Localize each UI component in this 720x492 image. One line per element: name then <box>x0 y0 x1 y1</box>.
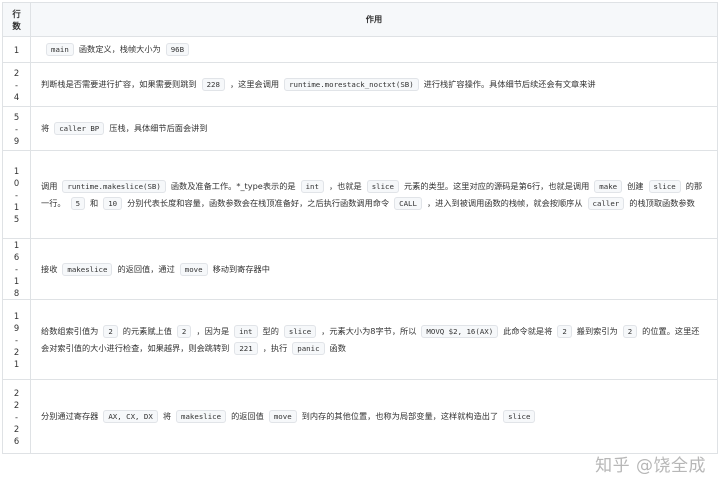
row-line-range: 10-15 <box>2 150 31 239</box>
description-text: 调用 <box>41 180 58 191</box>
description-text: ，执行 <box>262 342 288 353</box>
description-text: 搬到索引为 <box>576 325 618 336</box>
description-text: 函数及准备工作。*_type表示的是 <box>170 180 296 191</box>
description-text: ，这里会调用 <box>229 79 280 89</box>
table-row: 1 6-1 8 接收 makeslice 的返回值，通过 move 移动到寄存器中 <box>2 238 718 300</box>
table-row: 2 2-2 6 分别通过寄存器 AX, CX, DX 将 makeslice 的返回值 move… <box>2 379 718 454</box>
inline-code: AX, CX, DX <box>103 410 158 423</box>
watermark-logo: 知乎 @饶全成 <box>595 456 706 476</box>
row-line-range: 1 <box>2 36 31 63</box>
description-text: ，因为是 <box>196 325 230 336</box>
inline-code: caller BP <box>54 122 105 135</box>
inline-code: make <box>594 179 623 193</box>
header-line-col: 行数 <box>2 2 31 37</box>
row-description: 判断栈是否需要进行扩容，如果需要则跳到 228 ，这里会调用 runtime.more… <box>30 62 718 107</box>
content-table: 行数 作用 1 main 函数定义，栈帧大小为 96B 2-4 判断栈是否需要进行扩容，如… <box>2 2 718 454</box>
row-line-range: 2-4 <box>2 62 31 107</box>
description-text: 的栈顶取函数参数 <box>629 197 695 208</box>
inline-code: 96B <box>165 43 190 56</box>
description-text: 函数 <box>329 342 346 353</box>
inline-code: CALL <box>394 196 422 210</box>
description-text: 此命令就是将 <box>503 325 553 336</box>
description-text: 元素的类型。这里对应的源码是第6行，也就是调用 <box>403 180 590 191</box>
row-line-range: 5-9 <box>2 106 31 151</box>
inline-code: MOVQ $2, 16(AX) <box>421 324 499 338</box>
inline-code: slice <box>366 179 399 193</box>
row-description: 分别通过寄存器 AX, CX, DX 将 makeslice 的返回值 move 到内存的其… <box>30 379 718 454</box>
inline-code: int <box>300 179 324 193</box>
description-text: ，也就是 <box>328 180 362 191</box>
description-text: 压栈，具体细节后面会讲到 <box>109 123 208 133</box>
inline-code: runtime.morestack_noctxt(SB) <box>284 78 419 91</box>
description-text: 函数定义，栈帧大小为 <box>78 44 161 54</box>
row-description: 接收 makeslice 的返回值，通过 move 移动到寄存器中 <box>30 238 718 300</box>
inline-code: slice <box>283 324 317 338</box>
inline-code: 221 <box>234 341 258 355</box>
inline-code: makeslice <box>62 262 113 276</box>
inline-code: move <box>268 410 297 423</box>
description-text: ，进入到被调用函数的栈帧，就会按顺序从 <box>426 197 583 208</box>
description-text: 和 <box>90 197 99 208</box>
row-line-range: 22-26 <box>2 379 31 454</box>
inline-code: 2 <box>622 324 638 338</box>
inline-code: 2 <box>103 324 118 338</box>
description-text: 的返回值 <box>231 411 264 421</box>
description-text: 判断栈是否需要进行扩容，如果需要则跳到 <box>41 79 197 89</box>
description-text: 创建 <box>627 180 644 191</box>
inline-code: 2 <box>557 324 572 338</box>
description-text: 分别通过寄存器 <box>41 411 99 421</box>
row-description: main 函数定义，栈帧大小为 96B <box>30 36 718 63</box>
description-text: 进行栈扩容操作。具体细节后续还会有文章来讲 <box>423 79 596 89</box>
inline-code: slice <box>503 410 536 423</box>
inline-code: panic <box>292 341 325 355</box>
row-description: 调用 runtime.makeslice(SB) 函数及准备工作。*_type表示的… <box>30 150 718 239</box>
inline-code: move <box>179 262 208 276</box>
inline-code: int <box>234 324 258 338</box>
table-body: 1 main 函数定义，栈帧大小为 96B 2-4 判断栈是否需要进行扩容，如果需要则跳到… <box>2 36 718 454</box>
description-text: 移动到寄存器中 <box>212 263 270 274</box>
description-text: ，元素大小为8字节，所以 <box>321 325 417 336</box>
inline-code: 10 <box>103 196 123 210</box>
row-line-range: 16-18 <box>2 238 31 300</box>
description-text: 将 <box>162 411 172 421</box>
inline-code: slice <box>648 179 681 193</box>
description-text: 的元素赋上值 <box>122 325 172 336</box>
inline-code: 2 <box>176 324 192 338</box>
table-row: 1 main 函数定义，栈帧大小为 96B <box>2 36 718 63</box>
inline-code: makeslice <box>176 410 227 423</box>
description-text: 到内存的其他位置，也称为局部变量，这样就构造出了 <box>301 411 499 421</box>
description-text: 接收 <box>41 263 58 274</box>
row-line-range: 19-21 <box>2 299 31 380</box>
description-text: 将 <box>41 123 50 133</box>
inline-code: main <box>46 43 74 56</box>
table-row: 1 9-2 1 给数组索引值为 2 的元素赋上值 2 ，因为是 int 型的 slice ，元素大小为… <box>2 299 718 380</box>
table-row: 2-4 判断栈是否需要进行扩容，如果需要则跳到 228 ，这里会调用 runtime.m… <box>2 62 718 107</box>
inline-code: 228 <box>201 78 225 91</box>
row-description: 将 caller BP 压栈，具体细节后面会讲到 <box>30 106 718 151</box>
description-text: 给数组索引值为 <box>41 325 99 336</box>
header-desc-col: 作用 <box>30 2 718 37</box>
description-text: 的返回值，通过 <box>117 263 175 274</box>
description-text: 分别代表长度和容量，函数参数会在栈顶准备好，之后执行函数调用命令 <box>127 197 390 208</box>
inline-code: caller <box>587 196 625 210</box>
description-text: 型的 <box>262 325 279 336</box>
table-row: 5-9 将 caller BP 压栈，具体细节后面会讲到 <box>2 106 718 151</box>
inline-code: 5 <box>70 196 86 210</box>
table-header-row: 行数 作用 <box>2 2 718 37</box>
table-row: 1 0-1 5 调用 runtime.makeslice(SB) 函数及准备工作。*_ty… <box>2 150 718 239</box>
inline-code: runtime.makeslice(SB) <box>62 179 166 193</box>
row-description: 给数组索引值为 2 的元素赋上值 2 ，因为是 int 型的 slice ，元素大小为8字节，所… <box>30 299 718 380</box>
